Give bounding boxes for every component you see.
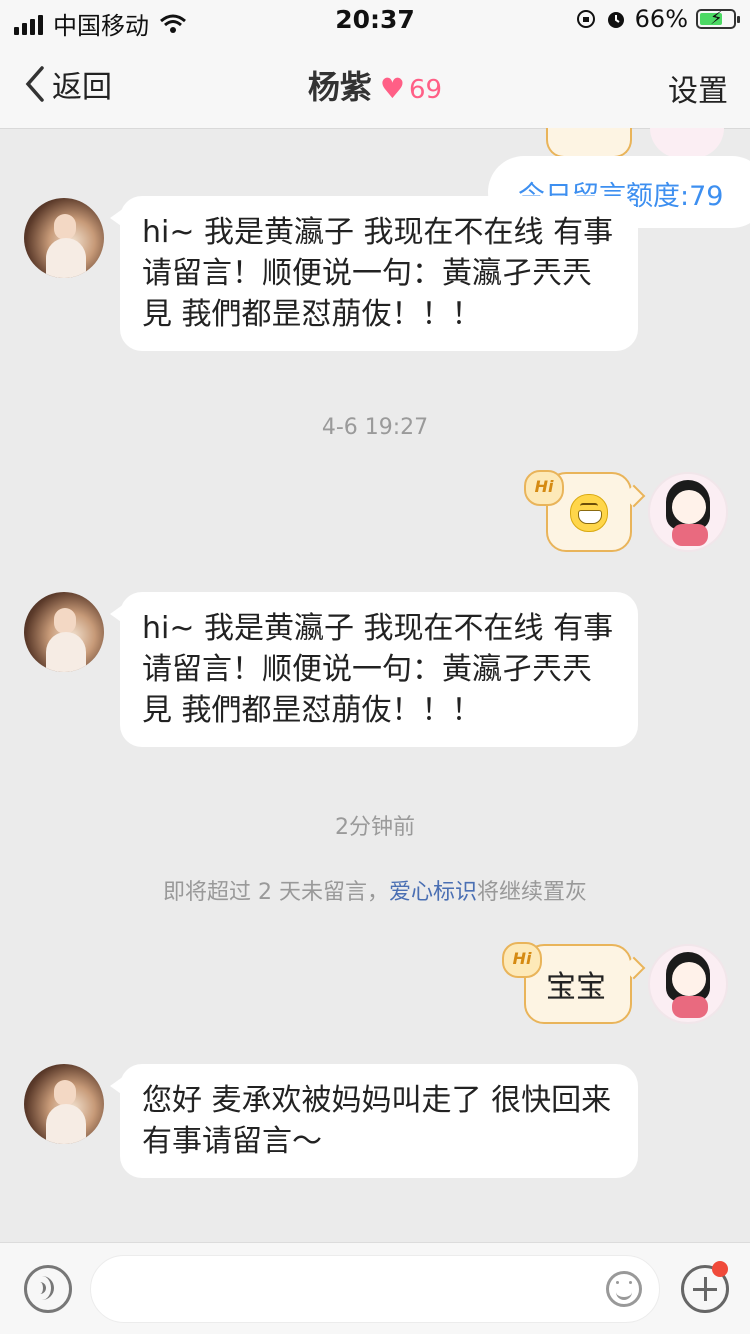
- self-avatar[interactable]: [648, 472, 728, 552]
- grin-emoji-icon: [570, 494, 608, 532]
- notice-prefix: 即将超过 2 天未留言，: [162, 880, 389, 905]
- previous-message-bubble: [546, 128, 632, 158]
- chat-screen: 中国移动 20:37 66% ⚡ 返回 杨紫 ♥ 69 设置 hi~ 我是黄瀛子…: [0, 0, 750, 1334]
- settings-button[interactable]: 设置: [668, 66, 728, 110]
- contact-avatar[interactable]: [24, 592, 104, 672]
- outgoing-message-text: 宝宝: [546, 970, 606, 1005]
- incoming-message[interactable]: hi~ 我是黄瀛子 我现在不在线 有事请留言！顺便说一句：黃瀛孑兲兲見 莪們都昰…: [110, 196, 638, 351]
- self-avatar[interactable]: [648, 944, 728, 1024]
- orientation-lock-icon: [576, 10, 595, 28]
- message-input[interactable]: [90, 1255, 660, 1323]
- chat-title: 杨紫 ♥ 69: [0, 62, 750, 108]
- battery-icon: ⚡: [696, 8, 740, 29]
- input-bar: [0, 1242, 750, 1334]
- contact-avatar[interactable]: [24, 198, 104, 278]
- voice-input-button[interactable]: [24, 1265, 72, 1313]
- message-timestamp: 4-6 19:27: [321, 415, 429, 440]
- message-timestamp: 2分钟前: [335, 815, 415, 840]
- incoming-message[interactable]: hi~ 我是黄瀛子 我现在不在线 有事请留言！顺便说一句：黃瀛孑兲兲見 莪們都昰…: [110, 592, 638, 747]
- notice-suffix: 将继续置灰: [476, 880, 587, 905]
- battery-percent: 66%: [634, 5, 688, 33]
- contact-avatar[interactable]: [24, 1064, 104, 1144]
- hi-badge-icon: Hi: [524, 470, 564, 506]
- previous-self-avatar: [650, 128, 724, 158]
- incoming-message[interactable]: 您好 麦承欢被妈妈叫走了 很快回来 有事请留言～: [110, 1064, 638, 1178]
- status-bar: 中国移动 20:37 66% ⚡: [0, 0, 750, 40]
- status-right: 66% ⚡: [575, 5, 740, 33]
- heart-icon: ♥: [379, 72, 406, 105]
- hi-badge-icon: Hi: [502, 942, 542, 978]
- alarm-icon: [607, 12, 624, 28]
- notification-dot: [712, 1261, 728, 1277]
- heart-mark-link[interactable]: 爱心标识: [389, 880, 477, 905]
- intimacy-count: 69: [409, 75, 443, 105]
- emoji-icon[interactable]: [606, 1271, 642, 1307]
- nav-bar: 返回 杨紫 ♥ 69 设置: [0, 40, 750, 129]
- inactivity-notice: 即将超过 2 天未留言，爱心标识将继续置灰: [0, 874, 750, 906]
- contact-name: 杨紫: [307, 68, 372, 106]
